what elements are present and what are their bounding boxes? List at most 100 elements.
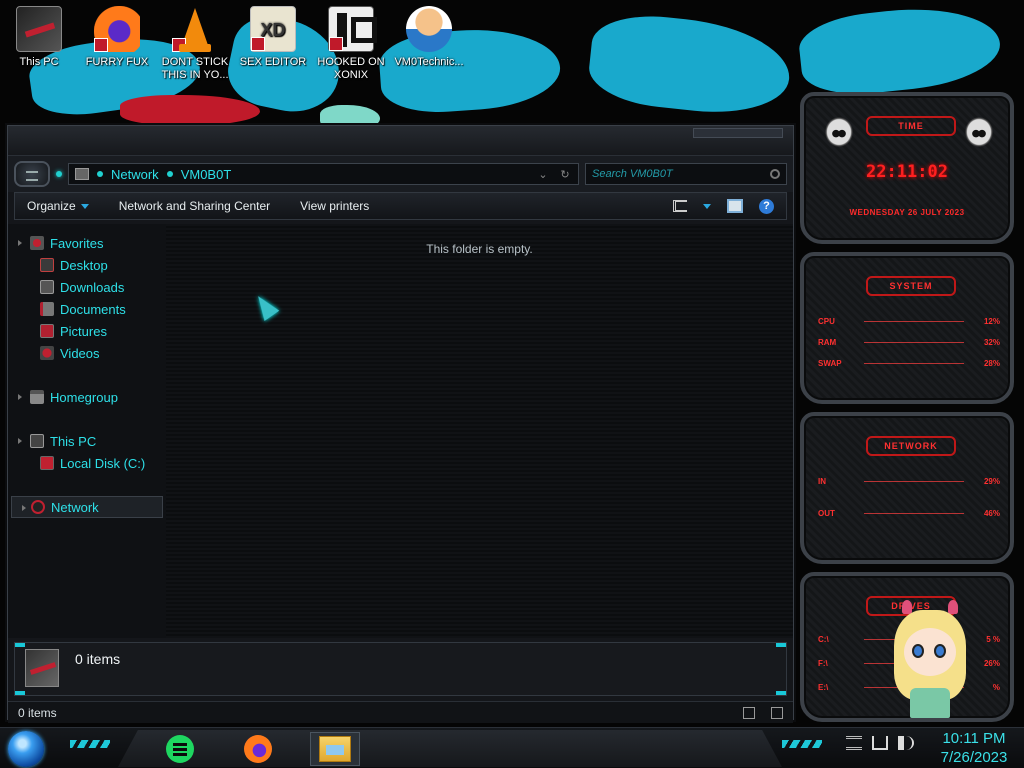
nav-this-pc[interactable]: This PC [8,430,166,452]
view-options-chevron-icon[interactable] [703,203,711,209]
this-pc-icon [30,434,44,448]
navigation-pane: Favorites Desktop Downloads Documents Pi… [8,224,166,638]
videos-icon [40,346,54,360]
organize-button[interactable]: Organize [27,199,89,213]
system-widget: system CPU 12% RAM 32% SWAP 28% [800,252,1014,404]
expand-arrow-icon[interactable] [22,505,26,511]
command-bar: Organize Network and Sharing Center View… [14,192,787,220]
chevron-down-icon [80,203,89,209]
nav-label: Desktop [60,257,108,273]
taskbar: 10:11 PM 7/26/2023 [0,727,1024,768]
change-view-icon[interactable] [673,200,687,212]
breadcrumb-vm0b0t[interactable]: VM0B0T [181,167,232,182]
nav-local-disk[interactable]: Local Disk (C:) [8,452,166,474]
expand-arrow-icon[interactable] [18,240,22,246]
network-row: OUT 46% [818,506,1000,520]
start-button[interactable] [8,731,44,767]
nav-documents[interactable]: Documents [8,298,166,320]
volume-icon[interactable] [898,736,914,750]
desktop-icon-hex-editor[interactable]: XD SEX EDITOR [234,6,312,69]
metric-value: 46% [983,508,1000,518]
desktop-icon-this-pc[interactable]: This PC [0,6,78,69]
action-center-icon[interactable] [846,736,862,750]
metric-value: 32% [983,337,1000,347]
this-pc-icon [16,6,62,52]
desktop-icon-xonix[interactable]: HOOKED ON XONIX [312,6,390,82]
nav-desktop[interactable]: Desktop [8,254,166,276]
refresh-icon[interactable]: ↻ [558,168,572,181]
status-item-count: 0 items [18,705,57,720]
details-view-icon[interactable] [743,706,755,719]
large-icons-view-icon[interactable] [771,706,783,719]
nav-pictures[interactable]: Pictures [8,320,166,342]
desktop-icon-vlc[interactable]: DONT STICK THIS IN YO... [156,6,234,82]
network-sharing-center-button[interactable]: Network and Sharing Center [119,199,270,213]
preview-pane-icon[interactable] [727,199,743,213]
breadcrumb-separator-icon[interactable] [97,171,103,177]
taskbar-firefox[interactable] [233,732,283,766]
chevron-down-icon[interactable]: ⌄ [536,168,550,181]
network-widget: network IN 29% OUT 46% [800,412,1014,564]
taskbar-spotify[interactable] [155,732,205,766]
firefox-icon [94,6,140,52]
metric-value: 26% [983,658,1000,668]
metric-value: 12% [983,316,1000,326]
file-list-area[interactable]: This folder is empty. [166,224,793,638]
search-input[interactable] [592,168,770,180]
status-bar: 0 items [8,701,793,723]
expand-arrow-icon[interactable] [18,394,22,400]
search-icon[interactable] [770,169,780,179]
nav-network[interactable]: Network [11,496,163,518]
widget-title: system [866,276,956,296]
cartoon-character-sticker [888,600,972,722]
network-folder-icon [75,168,89,180]
network-tray-icon[interactable] [872,736,888,750]
address-row: Network VM0B0T ⌄ ↻ [8,156,793,192]
title-bar[interactable] [8,126,793,156]
desktop-icon-vm0technic[interactable]: VM0Technic... [390,6,468,69]
network-icon [31,500,45,514]
recent-pages-icon[interactable] [56,171,62,177]
search-box[interactable] [585,163,787,185]
system-tray [846,736,914,750]
alien-logo-icon [964,116,994,148]
desktop-icon-furry-fux[interactable]: FURRY FUX [78,6,156,69]
desktop-icon-label: This PC [19,56,59,68]
network-row: IN 29% [818,474,1000,488]
nav-favorites[interactable]: Favorites [8,232,166,254]
clock-time: 10:11 PM [942,730,1006,747]
nav-label: Documents [60,301,126,317]
empty-folder-message: This folder is empty. [426,242,533,256]
back-forward-icon[interactable] [14,161,50,187]
xonix-icon [328,6,377,52]
nav-label: Videos [60,345,100,361]
spotify-icon [166,735,194,763]
breadcrumb-separator-icon[interactable] [166,171,173,177]
metric-value: 5 % [986,634,1000,644]
nav-label: Network [51,499,99,515]
address-bar[interactable]: Network VM0B0T ⌄ ↻ [68,163,579,185]
desktop-icon-label: VM0Technic... [394,56,464,68]
expand-arrow-icon[interactable] [18,438,22,444]
system-row: RAM 32% [818,335,1000,349]
taskbar-clock[interactable]: 10:11 PM 7/26/2023 [934,729,1014,767]
view-printers-button[interactable]: View printers [300,199,369,213]
explorer-window: Network VM0B0T ⌄ ↻ Organize Network and … [7,125,794,723]
taskbar-file-explorer[interactable] [310,732,360,766]
breadcrumb-network[interactable]: Network [111,167,159,182]
vlc-icon [172,6,218,52]
nav-videos[interactable]: Videos [8,342,166,364]
firefox-icon [244,735,272,763]
help-icon[interactable]: ? [759,198,774,214]
metric-label: CPU [818,316,835,326]
widget-title: network [866,436,956,456]
window-controls[interactable] [693,128,783,138]
nav-downloads[interactable]: Downloads [8,276,166,298]
nav-homegroup[interactable]: Homegroup [8,386,166,408]
desktop-icon [40,258,54,272]
metric-value: % [992,682,1000,692]
drive-icon [40,456,54,470]
system-row: SWAP 28% [818,356,1000,370]
metric-label: SWAP [818,358,842,368]
metric-label: F:\ [818,658,828,668]
